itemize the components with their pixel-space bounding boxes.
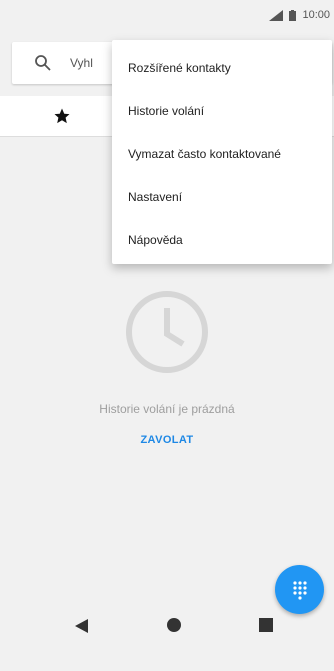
empty-message: Historie volání je prázdná [99,402,235,416]
call-button[interactable]: ZAVOLAT [140,434,193,446]
tab-favorites[interactable] [50,104,74,128]
recents-button[interactable] [259,618,273,632]
menu-item-help[interactable]: Nápověda [112,218,332,261]
star-icon [54,108,70,124]
search-input[interactable]: Vyhl [70,56,110,70]
battery-icon [289,9,297,21]
home-icon [167,618,181,632]
navigation-bar [0,603,334,671]
back-icon [75,619,88,633]
menu-item-settings[interactable]: Nastavení [112,175,332,218]
menu-item-call-history[interactable]: Historie volání [112,89,332,132]
clock-icon [125,290,209,374]
status-bar: 10:00 [0,0,334,30]
menu-item-clear-frequent[interactable]: Vymazat často kontaktované [112,132,332,175]
overflow-menu: Rozšířené kontakty Historie volání Vymaz… [112,40,332,264]
menu-item-extended-contacts[interactable]: Rozšířené kontakty [112,46,332,89]
dialpad-icon [292,580,307,600]
signal-icon [269,9,284,21]
home-button[interactable] [166,617,182,633]
search-icon [34,54,52,72]
recents-icon [259,618,273,632]
back-button[interactable] [72,617,90,635]
status-time: 10:00 [302,9,330,21]
empty-state: Historie volání je prázdná ZAVOLAT [0,290,334,448]
